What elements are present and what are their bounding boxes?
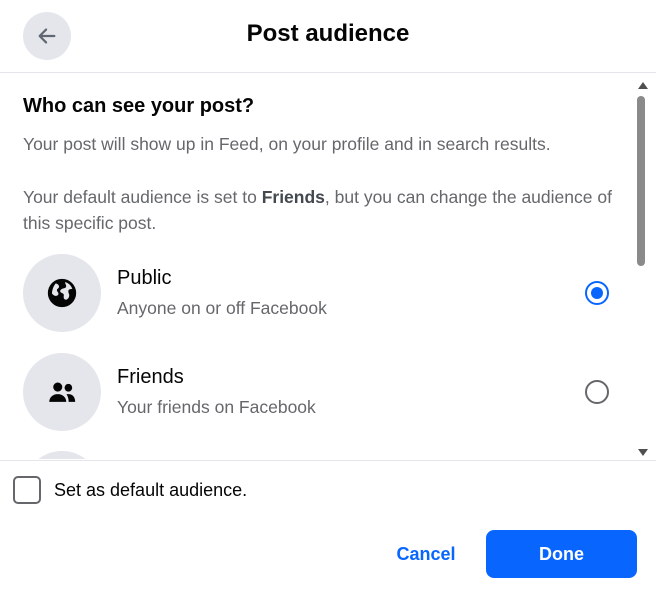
- option-title: Friends: [117, 366, 184, 388]
- audience-option-public[interactable]: Public Anyone on or off Facebook: [23, 254, 623, 334]
- dialog-footer: Set as default audience. Cancel Done: [0, 460, 656, 596]
- option-title: Public: [117, 267, 172, 289]
- set-default-row[interactable]: Set as default audience.: [13, 475, 247, 505]
- scroll-up-arrow-icon[interactable]: [638, 82, 648, 89]
- scrollbar-thumb[interactable]: [637, 96, 645, 266]
- scroll-down-arrow-icon[interactable]: [638, 449, 648, 456]
- visibility-description: Your post will show up in Feed, on your …: [23, 134, 551, 154]
- dialog-header: Post audience: [0, 0, 656, 73]
- friends-icon: [23, 353, 101, 431]
- dialog-scroll-body[interactable]: Who can see your post? Your post will sh…: [0, 73, 656, 459]
- vertical-scrollbar[interactable]: [634, 78, 652, 460]
- audience-option-friends[interactable]: Friends Your friends on Facebook: [23, 353, 623, 433]
- default-audience-note: Your default audience is set to Friends,…: [23, 187, 612, 233]
- option-subtitle: Anyone on or off Facebook: [117, 298, 327, 318]
- set-default-label[interactable]: Set as default audience.: [54, 480, 247, 501]
- next-option-icon-partial: [23, 451, 101, 459]
- globe-icon: [23, 254, 101, 332]
- section-heading: Who can see your post?: [23, 95, 255, 117]
- radio-public[interactable]: [585, 281, 609, 305]
- dialog-title: Post audience: [246, 20, 410, 47]
- set-default-checkbox[interactable]: [13, 476, 41, 504]
- option-subtitle: Your friends on Facebook: [117, 397, 316, 417]
- default-audience-value: Friends: [261, 187, 325, 207]
- post-audience-dialog: Post audience Who can see your post? You…: [0, 0, 656, 596]
- radio-friends[interactable]: [585, 380, 609, 404]
- done-button[interactable]: Done: [486, 530, 637, 578]
- cancel-button[interactable]: Cancel: [380, 531, 472, 577]
